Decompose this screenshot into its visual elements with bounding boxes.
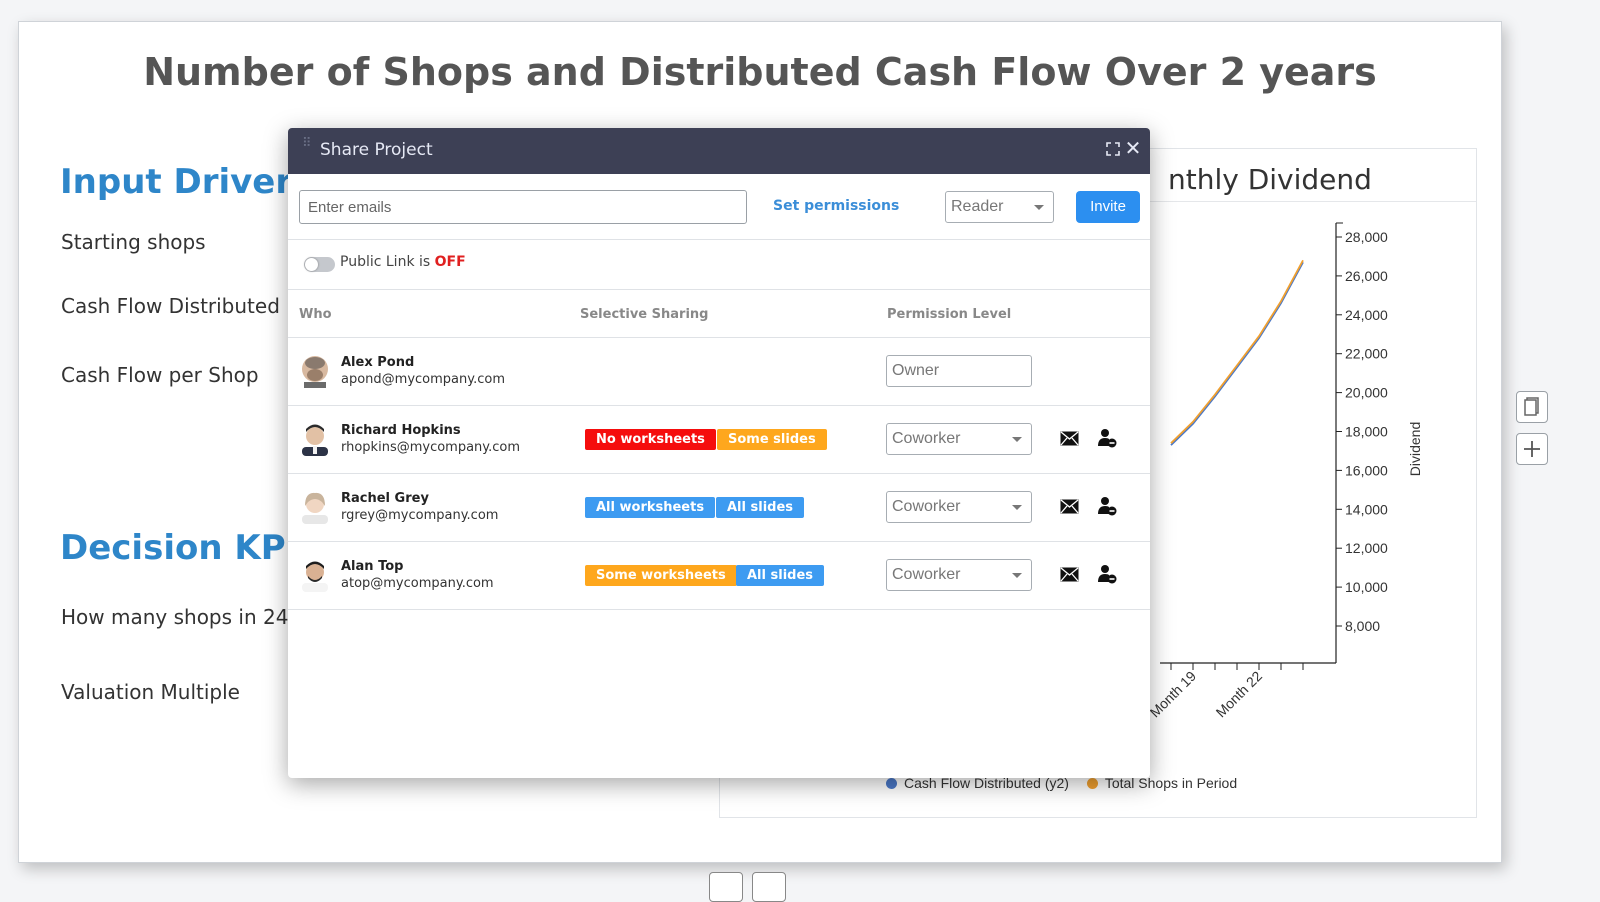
tag-all-slides[interactable]: All slides — [716, 497, 805, 518]
y-tick-label: 22,000 — [1345, 346, 1388, 362]
header-who: Who — [299, 307, 332, 322]
y-tick-label: 14,000 — [1345, 501, 1388, 517]
remove-user-icon[interactable] — [1097, 428, 1117, 448]
header-permission-level: Permission Level — [887, 307, 1012, 322]
user-name: Rachel Grey — [341, 491, 429, 506]
label-cash-flow-distributed: Cash Flow Distributed — [61, 294, 280, 318]
label-starting-shops: Starting shops — [61, 230, 206, 254]
permission-select-value: Reader — [951, 198, 1004, 215]
users-table-header: Who Selective Sharing Permission Level — [288, 290, 1150, 338]
user-email: apond@mycompany.com — [341, 372, 505, 387]
permission-select-value: Coworker — [892, 566, 961, 583]
chevron-down-icon — [1012, 573, 1022, 578]
bottom-copy-button[interactable] — [709, 872, 743, 902]
y-tick-label: 8,000 — [1345, 618, 1380, 634]
y-tick-label: 24,000 — [1345, 307, 1388, 323]
table-row: Richard Hopkins rhopkins@mycompany.com N… — [288, 406, 1150, 474]
tag-some-slides[interactable]: Some slides — [717, 429, 827, 450]
series-line-cash-flow — [1170, 261, 1304, 446]
public-link-status: Public Link is OFF — [340, 254, 466, 270]
expand-icon[interactable] — [1106, 142, 1120, 156]
permission-select[interactable]: Coworker — [886, 423, 1032, 455]
avatar — [302, 424, 328, 456]
remove-user-icon[interactable] — [1097, 496, 1117, 516]
y-tick-label: 16,000 — [1345, 462, 1388, 478]
table-row: Rachel Grey rgrey@mycompany.com All work… — [288, 474, 1150, 542]
modal-title: Share Project — [320, 140, 433, 160]
toggle-knob — [305, 258, 318, 271]
plus-icon — [1524, 441, 1540, 457]
add-slide-button[interactable] — [1516, 433, 1548, 465]
copy-slide-button[interactable] — [1516, 391, 1548, 423]
mail-icon[interactable] — [1060, 431, 1079, 446]
public-link-prefix: Public Link is — [340, 254, 431, 270]
tag-no-worksheets[interactable]: No worksheets — [585, 429, 716, 450]
permission-select[interactable]: Coworker — [886, 559, 1032, 591]
permission-select-value: Coworker — [892, 430, 961, 447]
user-name: Richard Hopkins — [341, 423, 461, 438]
y-tick-label: 18,000 — [1345, 424, 1388, 440]
chevron-down-icon — [1012, 437, 1022, 442]
modal-header[interactable]: ⠿ Share Project ✕ — [288, 128, 1150, 174]
chevron-down-icon — [1012, 505, 1022, 510]
y-tick-label: 12,000 — [1345, 540, 1388, 556]
section-decision-kpis: Decision KPIs — [60, 528, 319, 568]
invite-button[interactable]: Invite — [1076, 191, 1140, 223]
mail-icon[interactable] — [1060, 567, 1079, 582]
series-line-total-shops — [1170, 259, 1304, 444]
label-shops-24: How many shops in 24 n — [61, 605, 308, 629]
avatar — [302, 561, 328, 592]
close-icon[interactable]: ✕ — [1124, 138, 1142, 158]
y-tick-label: 26,000 — [1345, 268, 1388, 284]
permission-select-value: Coworker — [892, 498, 961, 515]
share-project-modal: ⠿ Share Project ✕ Set permissions Reader… — [288, 128, 1150, 778]
label-valuation-multiple: Valuation Multiple — [61, 680, 240, 704]
x-tick-label: Month 19 — [1147, 668, 1200, 721]
email-input[interactable] — [299, 190, 747, 224]
permission-select[interactable]: Reader — [945, 191, 1054, 223]
slide-title: Number of Shops and Distributed Cash Flo… — [143, 50, 1377, 94]
drag-handle-icon[interactable]: ⠿ — [302, 137, 312, 159]
set-permissions-link[interactable]: Set permissions — [773, 198, 899, 214]
permission-owner-field: Owner — [886, 355, 1032, 387]
avatar — [302, 356, 328, 388]
y-tick-label: 28,000 — [1345, 229, 1388, 245]
legend-dot-icon — [886, 778, 897, 789]
permission-select[interactable]: Coworker — [886, 491, 1032, 523]
y-axis-label: Dividend — [1407, 422, 1423, 476]
bottom-add-button[interactable] — [752, 872, 786, 902]
chevron-down-icon — [1034, 205, 1044, 210]
header-selective-sharing: Selective Sharing — [580, 307, 709, 322]
x-tick-label: Month 22 — [1213, 668, 1266, 721]
legend-dot-icon — [1086, 778, 1098, 789]
avatar — [302, 492, 328, 524]
label-cash-flow-per-shop: Cash Flow per Shop — [61, 363, 259, 387]
copy-icon — [1524, 397, 1539, 416]
user-name: Alex Pond — [341, 355, 415, 370]
public-link-row: Public Link is OFF — [288, 240, 1150, 290]
mail-icon[interactable] — [1060, 499, 1079, 514]
user-name: Alan Top — [341, 559, 404, 574]
y-tick-label: 20,000 — [1345, 385, 1388, 401]
table-row: Alex Pond apond@mycompany.com Owner — [288, 338, 1150, 406]
user-email: rgrey@mycompany.com — [341, 508, 499, 523]
tag-all-slides[interactable]: All slides — [736, 565, 825, 586]
y-tick-label: 10,000 — [1345, 579, 1388, 595]
remove-user-icon[interactable] — [1097, 564, 1117, 584]
user-email: rhopkins@mycompany.com — [341, 440, 521, 455]
user-email: atop@mycompany.com — [341, 576, 494, 591]
invite-row: Set permissions Reader Invite — [288, 174, 1150, 240]
table-row: Alan Top atop@mycompany.com Some workshe… — [288, 542, 1150, 610]
public-link-state: OFF — [434, 254, 466, 270]
tag-all-worksheets[interactable]: All worksheets — [585, 497, 716, 518]
public-link-toggle[interactable] — [304, 257, 335, 272]
tag-some-worksheets[interactable]: Some worksheets — [585, 565, 737, 586]
